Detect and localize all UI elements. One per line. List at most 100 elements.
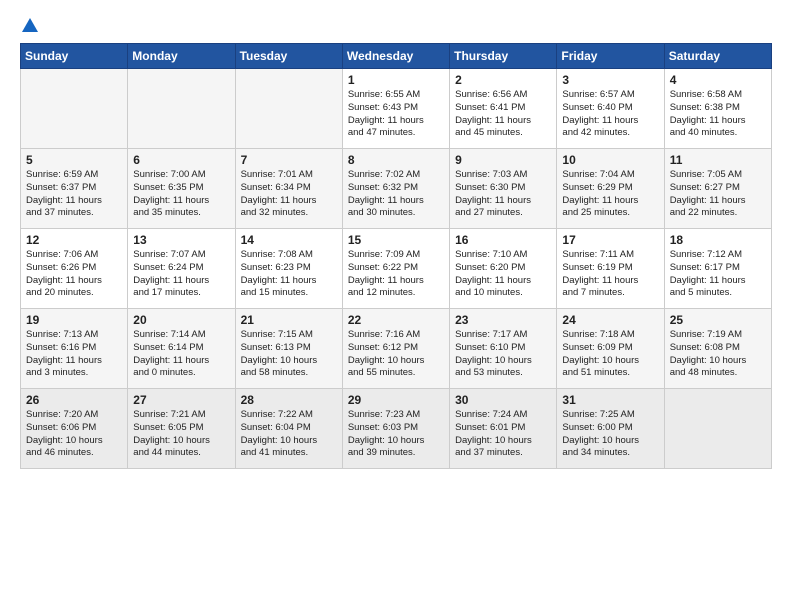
calendar-cell: 21 Sunrise: 7:15 AM Sunset: 6:13 PM Dayli… (235, 309, 342, 389)
calendar-cell: 26 Sunrise: 7:20 AM Sunset: 6:06 PM Dayli… (21, 389, 128, 469)
day-number: 5 (26, 153, 122, 167)
day-info: Sunrise: 7:17 AM Sunset: 6:10 PM Dayligh… (455, 329, 551, 380)
calendar-cell: 1 Sunrise: 6:55 AM Sunset: 6:43 PM Daylig… (342, 69, 449, 149)
calendar-cell: 8 Sunrise: 7:02 AM Sunset: 6:32 PM Daylig… (342, 149, 449, 229)
day-number: 14 (241, 233, 337, 247)
day-number: 9 (455, 153, 551, 167)
day-number: 26 (26, 393, 122, 407)
calendar-cell (664, 389, 771, 469)
day-number: 23 (455, 313, 551, 327)
calendar-cell: 10 Sunrise: 7:04 AM Sunset: 6:29 PM Dayli… (557, 149, 664, 229)
calendar-cell: 11 Sunrise: 7:05 AM Sunset: 6:27 PM Dayli… (664, 149, 771, 229)
day-number: 17 (562, 233, 658, 247)
day-number: 24 (562, 313, 658, 327)
logo (20, 16, 39, 35)
day-number: 12 (26, 233, 122, 247)
day-number: 29 (348, 393, 444, 407)
day-info: Sunrise: 7:08 AM Sunset: 6:23 PM Dayligh… (241, 249, 337, 300)
day-info: Sunrise: 7:13 AM Sunset: 6:16 PM Dayligh… (26, 329, 122, 380)
calendar-cell: 29 Sunrise: 7:23 AM Sunset: 6:03 PM Dayli… (342, 389, 449, 469)
day-number: 11 (670, 153, 766, 167)
calendar-cell: 30 Sunrise: 7:24 AM Sunset: 6:01 PM Dayli… (450, 389, 557, 469)
weekday-header-row: SundayMondayTuesdayWednesdayThursdayFrid… (21, 44, 772, 69)
day-info: Sunrise: 7:07 AM Sunset: 6:24 PM Dayligh… (133, 249, 229, 300)
calendar-week-row-5: 26 Sunrise: 7:20 AM Sunset: 6:06 PM Dayli… (21, 389, 772, 469)
day-info: Sunrise: 6:55 AM Sunset: 6:43 PM Dayligh… (348, 89, 444, 140)
weekday-header-wednesday: Wednesday (342, 44, 449, 69)
day-number: 27 (133, 393, 229, 407)
day-number: 21 (241, 313, 337, 327)
calendar-cell (128, 69, 235, 149)
calendar-cell: 14 Sunrise: 7:08 AM Sunset: 6:23 PM Dayli… (235, 229, 342, 309)
day-info: Sunrise: 7:15 AM Sunset: 6:13 PM Dayligh… (241, 329, 337, 380)
day-info: Sunrise: 7:11 AM Sunset: 6:19 PM Dayligh… (562, 249, 658, 300)
calendar-cell: 6 Sunrise: 7:00 AM Sunset: 6:35 PM Daylig… (128, 149, 235, 229)
day-info: Sunrise: 6:58 AM Sunset: 6:38 PM Dayligh… (670, 89, 766, 140)
day-info: Sunrise: 7:05 AM Sunset: 6:27 PM Dayligh… (670, 169, 766, 220)
day-info: Sunrise: 7:06 AM Sunset: 6:26 PM Dayligh… (26, 249, 122, 300)
day-info: Sunrise: 6:56 AM Sunset: 6:41 PM Dayligh… (455, 89, 551, 140)
calendar-cell: 17 Sunrise: 7:11 AM Sunset: 6:19 PM Dayli… (557, 229, 664, 309)
day-info: Sunrise: 7:20 AM Sunset: 6:06 PM Dayligh… (26, 409, 122, 460)
weekday-header-sunday: Sunday (21, 44, 128, 69)
calendar-cell: 24 Sunrise: 7:18 AM Sunset: 6:09 PM Dayli… (557, 309, 664, 389)
weekday-header-monday: Monday (128, 44, 235, 69)
day-number: 2 (455, 73, 551, 87)
day-number: 19 (26, 313, 122, 327)
day-info: Sunrise: 7:18 AM Sunset: 6:09 PM Dayligh… (562, 329, 658, 380)
calendar-week-row-1: 1 Sunrise: 6:55 AM Sunset: 6:43 PM Daylig… (21, 69, 772, 149)
day-info: Sunrise: 7:24 AM Sunset: 6:01 PM Dayligh… (455, 409, 551, 460)
day-info: Sunrise: 7:01 AM Sunset: 6:34 PM Dayligh… (241, 169, 337, 220)
day-number: 30 (455, 393, 551, 407)
calendar-cell: 2 Sunrise: 6:56 AM Sunset: 6:41 PM Daylig… (450, 69, 557, 149)
calendar-cell: 13 Sunrise: 7:07 AM Sunset: 6:24 PM Dayli… (128, 229, 235, 309)
day-number: 3 (562, 73, 658, 87)
day-number: 31 (562, 393, 658, 407)
day-number: 6 (133, 153, 229, 167)
calendar-cell: 3Sunrise: 6:57 AM Sunset: 6:40 PM Daylig… (557, 69, 664, 149)
day-info: Sunrise: 7:03 AM Sunset: 6:30 PM Dayligh… (455, 169, 551, 220)
calendar-cell: 4 Sunrise: 6:58 AM Sunset: 6:38 PM Daylig… (664, 69, 771, 149)
calendar-cell: 19 Sunrise: 7:13 AM Sunset: 6:16 PM Dayli… (21, 309, 128, 389)
calendar-cell: 22 Sunrise: 7:16 AM Sunset: 6:12 PM Dayli… (342, 309, 449, 389)
header (20, 16, 772, 35)
day-number: 28 (241, 393, 337, 407)
day-info: Sunrise: 7:19 AM Sunset: 6:08 PM Dayligh… (670, 329, 766, 380)
day-number: 10 (562, 153, 658, 167)
weekday-header-saturday: Saturday (664, 44, 771, 69)
day-info: Sunrise: 7:23 AM Sunset: 6:03 PM Dayligh… (348, 409, 444, 460)
calendar-cell: 23 Sunrise: 7:17 AM Sunset: 6:10 PM Dayli… (450, 309, 557, 389)
calendar-cell: 31 Sunrise: 7:25 AM Sunset: 6:00 PM Dayli… (557, 389, 664, 469)
day-info: Sunrise: 7:16 AM Sunset: 6:12 PM Dayligh… (348, 329, 444, 380)
day-number: 20 (133, 313, 229, 327)
day-number: 4 (670, 73, 766, 87)
calendar-cell (235, 69, 342, 149)
day-info: Sunrise: 6:59 AM Sunset: 6:37 PM Dayligh… (26, 169, 122, 220)
day-number: 1 (348, 73, 444, 87)
page-container: SundayMondayTuesdayWednesdayThursdayFrid… (0, 0, 792, 479)
calendar-cell: 18Sunrise: 7:12 AM Sunset: 6:17 PM Dayli… (664, 229, 771, 309)
weekday-header-tuesday: Tuesday (235, 44, 342, 69)
day-number: 13 (133, 233, 229, 247)
calendar-cell: 7 Sunrise: 7:01 AM Sunset: 6:34 PM Daylig… (235, 149, 342, 229)
calendar-cell: 25 Sunrise: 7:19 AM Sunset: 6:08 PM Dayli… (664, 309, 771, 389)
day-number: 7 (241, 153, 337, 167)
calendar-cell: 16 Sunrise: 7:10 AM Sunset: 6:20 PM Dayli… (450, 229, 557, 309)
weekday-header-friday: Friday (557, 44, 664, 69)
day-info: Sunrise: 7:02 AM Sunset: 6:32 PM Dayligh… (348, 169, 444, 220)
logo-triangle-icon (21, 16, 39, 34)
day-number: 8 (348, 153, 444, 167)
day-number: 22 (348, 313, 444, 327)
calendar-cell: 27 Sunrise: 7:21 AM Sunset: 6:05 PM Dayli… (128, 389, 235, 469)
day-info: Sunrise: 7:10 AM Sunset: 6:20 PM Dayligh… (455, 249, 551, 300)
day-info: Sunrise: 7:21 AM Sunset: 6:05 PM Dayligh… (133, 409, 229, 460)
calendar-cell: 20Sunrise: 7:14 AM Sunset: 6:14 PM Dayli… (128, 309, 235, 389)
day-info: Sunrise: 7:04 AM Sunset: 6:29 PM Dayligh… (562, 169, 658, 220)
calendar-week-row-3: 12 Sunrise: 7:06 AM Sunset: 6:26 PM Dayli… (21, 229, 772, 309)
day-info: Sunrise: 7:00 AM Sunset: 6:35 PM Dayligh… (133, 169, 229, 220)
day-info: Sunrise: 7:25 AM Sunset: 6:00 PM Dayligh… (562, 409, 658, 460)
calendar-cell: 15Sunrise: 7:09 AM Sunset: 6:22 PM Dayli… (342, 229, 449, 309)
calendar-cell (21, 69, 128, 149)
day-number: 25 (670, 313, 766, 327)
day-number: 16 (455, 233, 551, 247)
